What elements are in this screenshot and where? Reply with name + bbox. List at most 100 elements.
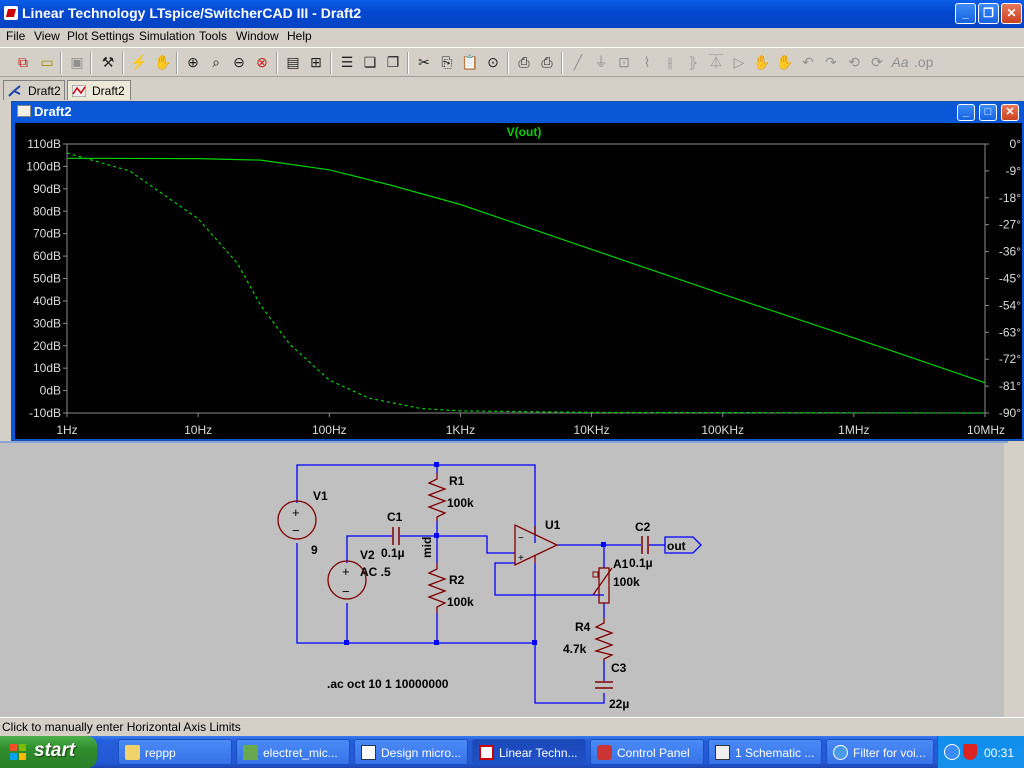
y-left-tick-label[interactable]: 70dB — [33, 227, 61, 241]
menu-plot-settings[interactable]: Plot Settings — [67, 29, 134, 43]
task-ltspice[interactable]: Linear Techn... — [472, 739, 586, 765]
redo-icon[interactable]: ↷ — [822, 53, 840, 71]
y-right-tick-label[interactable]: -27° — [999, 218, 1021, 232]
capacitor-icon[interactable]: ⫲ — [661, 53, 679, 71]
tab-waveform[interactable]: Draft2 — [67, 80, 131, 100]
print-setup-icon[interactable]: ⎙ — [515, 53, 533, 71]
waveform-maximize-button[interactable]: □ — [979, 104, 997, 121]
drag-icon[interactable]: ✋ — [776, 53, 794, 71]
control-panel-icon[interactable]: ⚒ — [99, 53, 117, 71]
run-icon[interactable]: ⚡ — [130, 53, 148, 71]
paste-icon[interactable]: 📋 — [461, 53, 479, 71]
voltage-source-v1[interactable]: +− — [277, 500, 317, 540]
menu-help[interactable]: Help — [287, 29, 312, 43]
menu-view[interactable]: View — [34, 29, 60, 43]
halt-icon[interactable]: ✋ — [154, 53, 172, 71]
x-tick-label[interactable]: 10Hz — [184, 423, 212, 437]
ground-icon[interactable]: ⏚ — [592, 53, 610, 71]
capacitor-c2[interactable] — [641, 536, 649, 554]
y-right-tick-label[interactable]: -54° — [999, 298, 1021, 312]
plot-area[interactable]: V(out) 110dB 100dB 90dB 80dB 70dB 60dB 50dB 40d… — [15, 123, 1022, 439]
move-icon[interactable]: ✋ — [753, 53, 771, 71]
clock[interactable]: 00:31 — [984, 746, 1014, 760]
autorange-icon[interactable]: ▤ — [284, 53, 302, 71]
zoom-out-icon[interactable]: ⊖ — [230, 53, 248, 71]
tray-arrow-icon[interactable] — [944, 744, 960, 760]
x-tick-label[interactable]: 10KHz — [574, 423, 610, 437]
menu-window[interactable]: Window — [236, 29, 279, 43]
schematic-window[interactable]: + − V1 9 + − V2 AC .5 C1 0.1µ R1 100k mid … — [0, 441, 1008, 717]
x-tick-label[interactable]: 1Hz — [56, 423, 77, 437]
y-left-tick-label[interactable]: 100dB — [26, 159, 61, 173]
resistor-r2[interactable] — [427, 563, 447, 613]
y-right-tick-label[interactable]: -81° — [999, 379, 1021, 393]
minimize-button[interactable]: _ — [955, 3, 976, 24]
y-left-tick-label[interactable]: 80dB — [33, 204, 61, 218]
y-right-tick-label[interactable]: -72° — [999, 352, 1021, 366]
copy-icon[interactable]: ⎘ — [438, 53, 456, 71]
diode-icon[interactable]: ⏄ — [707, 53, 725, 71]
resistor-r1[interactable] — [427, 473, 447, 521]
open-folder-icon[interactable]: ▭ — [38, 53, 56, 71]
tile-horizontal-icon[interactable]: ☰ — [338, 53, 356, 71]
restore-button[interactable]: ❐ — [978, 3, 999, 24]
net-label-mid[interactable]: mid — [420, 537, 434, 558]
waveform-close-button[interactable]: ✕ — [1001, 104, 1019, 121]
x-tick-label[interactable]: 100Hz — [312, 423, 347, 437]
x-tick-label[interactable]: 1MHz — [838, 423, 869, 437]
zoom-area-icon[interactable]: ⌕ — [207, 53, 225, 71]
capacitor-c3[interactable] — [595, 681, 613, 689]
resistor-icon[interactable]: ⌇ — [638, 53, 656, 71]
find-icon[interactable]: ⊙ — [484, 53, 502, 71]
trace-label-vout[interactable]: V(out) — [507, 125, 542, 139]
save-icon[interactable]: ▣ — [68, 53, 86, 71]
label-net-icon[interactable]: ⊡ — [615, 53, 633, 71]
y-right-tick-label[interactable]: -90° — [999, 406, 1021, 420]
y-left-tick-label[interactable]: 20dB — [33, 339, 61, 353]
waveform-minimize-button[interactable]: _ — [957, 104, 975, 121]
y-left-tick-label[interactable]: 30dB — [33, 316, 61, 330]
y-left-tick-label[interactable]: 50dB — [33, 272, 61, 286]
tile-vertical-icon[interactable]: ❐ — [384, 53, 402, 71]
app-icon[interactable] — [4, 6, 18, 20]
y-left-tick-label[interactable]: 40dB — [33, 294, 61, 308]
start-button[interactable]: start — [0, 736, 97, 768]
new-schematic-icon[interactable]: ⧉ — [14, 53, 32, 71]
y-left-tick-label[interactable]: -10dB — [29, 406, 61, 420]
menu-simulation[interactable]: Simulation — [139, 29, 195, 43]
phase-trace[interactable] — [66, 152, 986, 414]
capacitor-c1[interactable] — [392, 527, 400, 545]
task-schematic[interactable]: 1 Schematic ... — [708, 739, 822, 765]
y-left-tick-label[interactable]: 110dB — [27, 137, 61, 151]
net-label-out[interactable]: out — [667, 539, 686, 553]
text-icon[interactable]: Aa — [891, 53, 909, 71]
fit-icon[interactable]: ⊞ — [307, 53, 325, 71]
y-left-tick-label[interactable]: 10dB — [33, 361, 61, 375]
y-left-tick-label[interactable]: 0dB — [40, 384, 61, 398]
rotate-icon[interactable]: ⟲ — [845, 53, 863, 71]
y-right-tick-label[interactable]: 0° — [1010, 137, 1022, 151]
task-reppp[interactable]: reppp — [118, 739, 232, 765]
y-right-tick-label[interactable]: -63° — [999, 325, 1021, 339]
menu-tools[interactable]: Tools — [199, 29, 227, 43]
y-right-tick-label[interactable]: -18° — [999, 191, 1021, 205]
y-left-tick-label[interactable]: 90dB — [33, 182, 61, 196]
draw-wire-icon[interactable]: ╱ — [569, 53, 587, 71]
inductor-icon[interactable]: ⦄ — [684, 53, 702, 71]
print-icon[interactable]: ⎙ — [538, 53, 556, 71]
security-shield-icon[interactable] — [963, 744, 977, 760]
task-electret[interactable]: electret_mic... — [236, 739, 350, 765]
x-tick-label[interactable]: 10MHz — [967, 423, 1005, 437]
y-right-tick-label[interactable]: -45° — [999, 272, 1021, 286]
undo-icon[interactable]: ↶ — [799, 53, 817, 71]
spice-directive-icon[interactable]: .op — [914, 53, 933, 71]
task-control-panel[interactable]: Control Panel — [590, 739, 704, 765]
y-right-tick-label[interactable]: -9° — [1006, 164, 1022, 178]
x-tick-label[interactable]: 1KHz — [446, 423, 475, 437]
component-icon[interactable]: ▷ — [730, 53, 748, 71]
mirror-icon[interactable]: ⟳ — [868, 53, 886, 71]
menu-file[interactable]: File — [6, 29, 25, 43]
cascade-icon[interactable]: ❏ — [361, 53, 379, 71]
bode-plot[interactable]: V(out) 110dB 100dB 90dB 80dB 70dB 60dB 50dB 40d… — [15, 123, 1022, 439]
zoom-cancel-icon[interactable]: ⊗ — [253, 53, 271, 71]
